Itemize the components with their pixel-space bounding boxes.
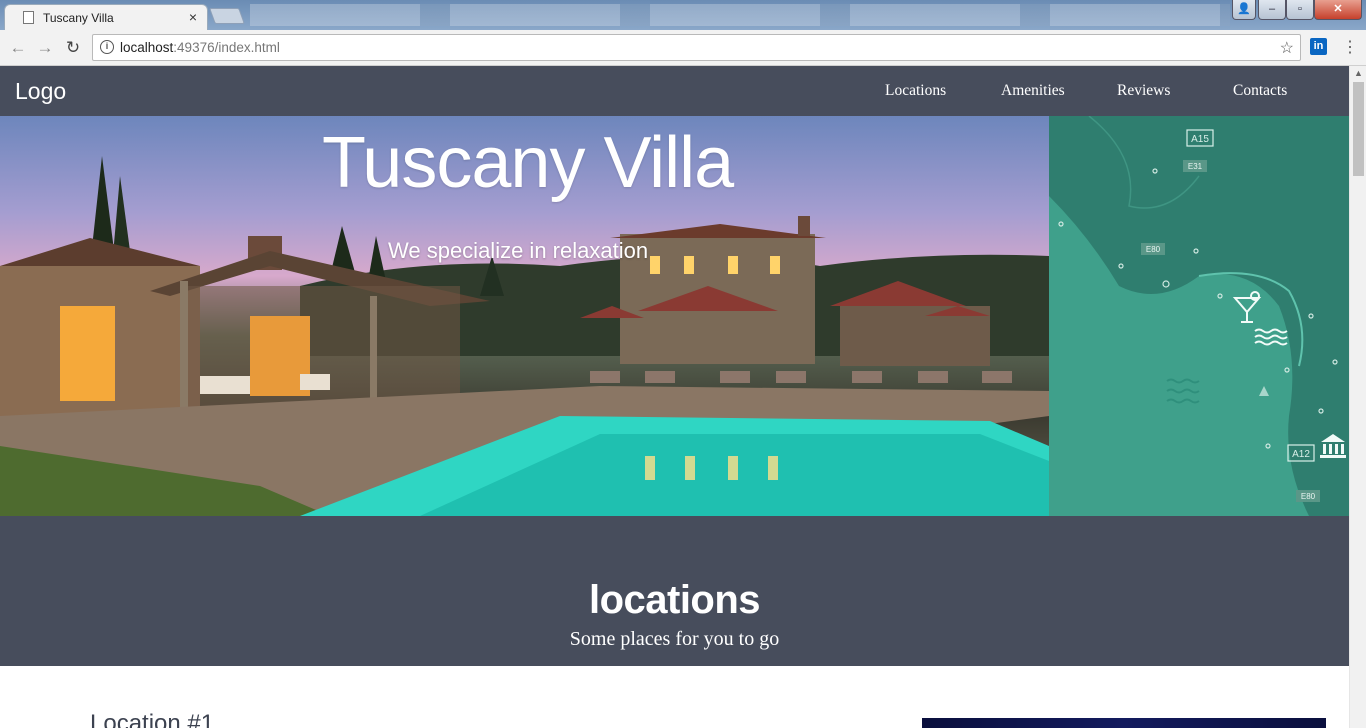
url-host: localhost [120, 40, 174, 55]
site-logo[interactable]: Logo [15, 78, 66, 105]
info-icon[interactable]: i [100, 40, 114, 54]
scroll-up-icon[interactable]: ▲ [1354, 68, 1363, 78]
tab-title: Tuscany Villa [43, 11, 114, 25]
nav-link-reviews[interactable]: Reviews [1117, 82, 1170, 100]
locations-heading: locations [588, 578, 761, 622]
background-window-tabs [250, 4, 1230, 26]
nav-link-contacts[interactable]: Contacts [1233, 82, 1287, 100]
location-1-title: Location #1 [90, 710, 215, 728]
hero-title: Tuscany Villa [322, 123, 734, 203]
locations-section-header: locations Some places for you to go [0, 516, 1349, 666]
map-label-e80: E80 [1146, 245, 1161, 254]
map-label-e31: E31 [1188, 162, 1203, 171]
locations-subheading: Some places for you to go [569, 628, 780, 650]
reload-icon[interactable]: ↻ [63, 38, 83, 58]
url-text[interactable]: localhost:49376/index.html [120, 40, 280, 55]
bookmark-star-icon[interactable]: ☆ [1280, 38, 1294, 58]
browser-titlebar: Tuscany Villa × 👤 – ▫ ✕ [0, 0, 1366, 30]
user-profile-icon[interactable]: 👤 [1232, 0, 1256, 20]
page-scrollbar[interactable]: ▲ [1349, 66, 1366, 728]
site-navbar: Logo Locations Amenities Reviews Contact… [0, 66, 1349, 116]
close-window-button[interactable]: ✕ [1314, 0, 1362, 20]
nav-link-amenities[interactable]: Amenities [1001, 82, 1065, 100]
map-label-e80-south: E80 [1301, 492, 1316, 501]
page-viewport: Logo Locations Amenities Reviews Contact… [0, 66, 1349, 728]
browser-toolbar: ← → ↻ i localhost:49376/index.html ☆ in … [0, 30, 1366, 66]
region-map: A15 E31 E80 A12 E80 [1049, 116, 1349, 516]
forward-arrow-icon[interactable]: → [35, 38, 55, 58]
browser-tab-active[interactable]: Tuscany Villa × [4, 4, 208, 30]
back-arrow-icon[interactable]: ← [8, 38, 28, 58]
minimize-button[interactable]: – [1258, 0, 1286, 20]
address-bar[interactable]: i localhost:49376/index.html ☆ [92, 34, 1301, 61]
map-label-a15: A15 [1191, 134, 1209, 145]
map-illustration: A15 E31 E80 A12 E80 [1049, 116, 1349, 516]
hero-subtitle: We specialize in relaxation [388, 238, 649, 263]
hero-banner: A15 E31 E80 A12 E80 Tuscany Villa We spe… [0, 116, 1349, 516]
map-label-a12: A12 [1292, 449, 1310, 460]
maximize-button[interactable]: ▫ [1286, 0, 1314, 20]
tab-close-icon[interactable]: × [189, 9, 197, 25]
location-1-image [922, 718, 1326, 728]
nav-link-locations[interactable]: Locations [885, 82, 946, 100]
url-path: :49376/index.html [173, 40, 280, 55]
new-tab-button[interactable] [209, 8, 245, 24]
browser-menu-icon[interactable]: ⋮ [1342, 37, 1358, 57]
linkedin-extension-icon[interactable]: in [1310, 38, 1327, 55]
scrollbar-thumb[interactable] [1353, 82, 1364, 176]
page-icon [23, 11, 34, 24]
